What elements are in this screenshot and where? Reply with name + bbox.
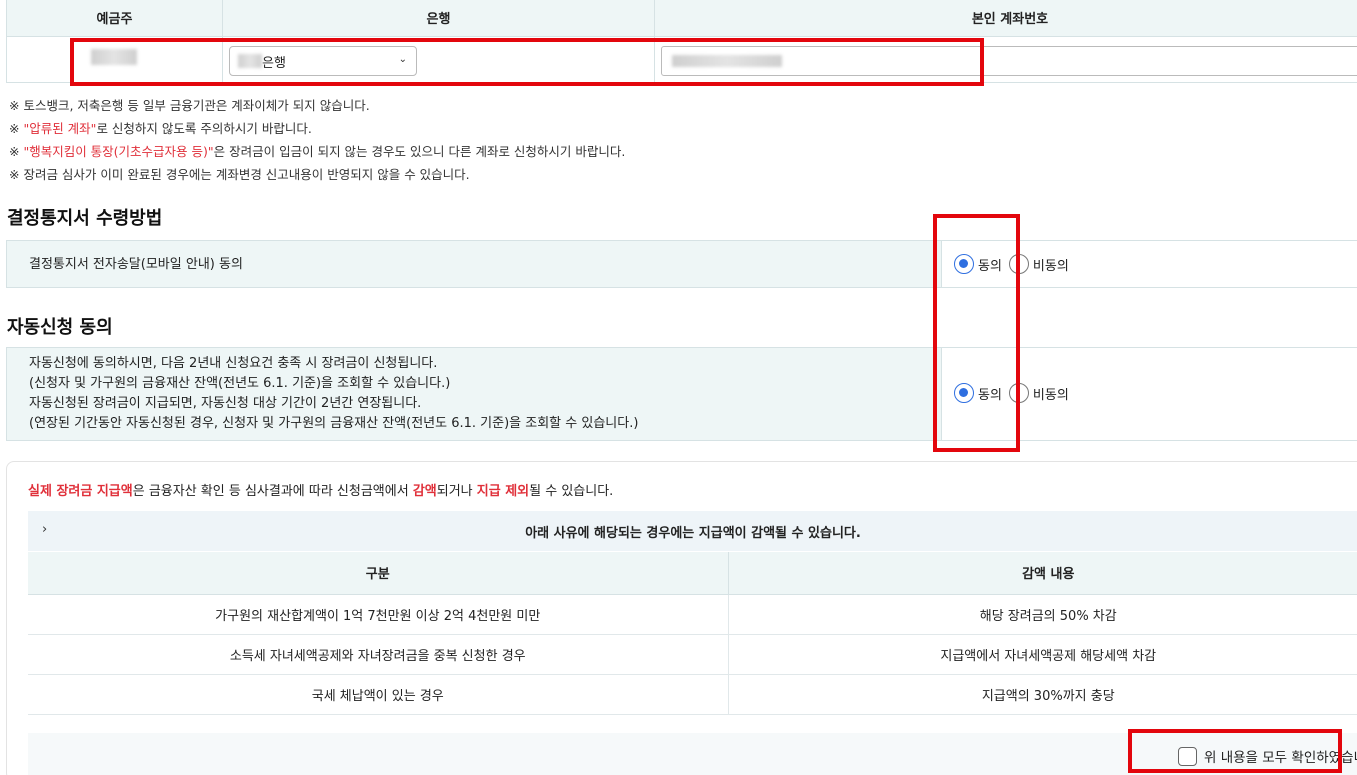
decision-consent-text: 결정통지서 전자송달(모바일 안내) 동의 bbox=[29, 257, 243, 272]
auto-agree-label[interactable]: 동의 bbox=[978, 384, 1002, 403]
note-1: ※ 토스뱅크, 저축은행 등 일부 금융기관은 계좌이체가 되지 않습니다. bbox=[9, 98, 370, 113]
note-2: ※ "압류된 계좌"로 신청하지 않도록 주의하시기 바랍니다. bbox=[9, 117, 625, 140]
depositor-name-masked bbox=[91, 49, 137, 65]
confirm-all-checkbox-row[interactable]: 위 내용을 모두 확인하였습니다 bbox=[1178, 746, 1357, 766]
decision-disagree-label[interactable]: 비동의 bbox=[1033, 255, 1069, 274]
reduction-notice-panel: 실제 장려금 지급액은 금융자산 확인 등 심사결과에 따라 신청금액에서 감액… bbox=[6, 461, 1357, 775]
auto-line-2: (신청자 및 가구원의 금융재산 잔액(전년도 6.1. 기준)을 조회할 수 … bbox=[29, 376, 451, 391]
auto-line-1: 자동신청에 동의하시면, 다음 2년내 신청요건 충족 시 장려금이 신청됩니다… bbox=[29, 356, 438, 371]
note-2-text: 로 신청하지 않도록 주의하시기 바랍니다. bbox=[96, 121, 312, 136]
decision-disagree-radio[interactable] bbox=[1008, 254, 1029, 274]
header-account-number: 본인 계좌번호 bbox=[654, 0, 1357, 37]
lead-red-2: 감액 bbox=[412, 484, 437, 499]
note-3-prefix: ※ bbox=[9, 144, 24, 159]
reduction-accordion-header[interactable]: › 아래 사유에 해당되는 경우에는 지급액이 감액될 수 있습니다. bbox=[28, 511, 1357, 551]
decision-agree-label[interactable]: 동의 bbox=[978, 255, 1002, 274]
confirm-checkbox[interactable] bbox=[1178, 746, 1197, 766]
auto-radio-group: 동의 비동의 bbox=[954, 383, 1076, 403]
note-2-red: "압류된 계좌" bbox=[23, 121, 97, 136]
note-2-prefix: ※ bbox=[9, 121, 24, 136]
auto-consent-text: 자동신청에 동의하시면, 다음 2년내 신청요건 충족 시 장려금이 신청됩니다… bbox=[29, 354, 638, 434]
header-reduction: 감액 내용 bbox=[728, 552, 1357, 595]
chevron-down-icon: ⌄ bbox=[398, 54, 407, 65]
header-bank: 은행 bbox=[222, 0, 655, 37]
accordion-title: 아래 사유에 해당되는 경우에는 지급액이 감액될 수 있습니다. bbox=[525, 526, 861, 541]
note-3-red: "행복지킴이 통장(기초수급자용 등)" bbox=[23, 144, 214, 159]
note-3: ※ "행복지킴이 통장(기초수급자용 등)"은 장려금이 입금이 되지 않는 경… bbox=[9, 140, 625, 163]
lead-end: 될 수 있습니다. bbox=[529, 484, 614, 499]
note-3-text: 은 장려금이 입금이 되지 않는 경우도 있으니 다른 계좌로 신청하시기 바랍… bbox=[213, 144, 626, 159]
auto-disagree-label[interactable]: 비동의 bbox=[1033, 384, 1069, 403]
confirm-label[interactable]: 위 내용을 모두 확인하였습니다 bbox=[1204, 746, 1357, 766]
header-depositor: 예금주 bbox=[6, 0, 223, 37]
lead-mid-1: 은 금융자산 확인 등 심사결과에 따라 신청금액에서 bbox=[132, 484, 413, 499]
row-2-category: 소득세 자녀세액공제와 자녀장려금을 중복 신청한 경우 bbox=[28, 634, 729, 675]
row-3-category: 국세 체납액이 있는 경우 bbox=[28, 674, 729, 715]
table-row: 가구원의 재산합계액이 1억 7천만원 이상 2억 4천만원 미만 해당 장려금… bbox=[28, 594, 1357, 635]
auto-line-3: 자동신청된 장려금이 지급되면, 자동신청 대상 기간이 2년간 연장됩니다. bbox=[29, 396, 422, 411]
row-2-reduction: 지급액에서 자녀세액공제 해당세액 차감 bbox=[728, 634, 1357, 675]
bank-select[interactable]: 은행 ⌄ bbox=[229, 46, 417, 76]
row-3-reduction: 지급액의 30%까지 충당 bbox=[728, 674, 1357, 715]
account-number-masked bbox=[672, 55, 782, 67]
row-1-category: 가구원의 재산합계액이 1억 7천만원 이상 2억 4천만원 미만 bbox=[28, 594, 729, 635]
auto-disagree-radio[interactable] bbox=[1008, 383, 1029, 403]
auto-agree-radio[interactable] bbox=[954, 383, 974, 403]
account-number-input[interactable] bbox=[661, 46, 1357, 76]
table-row: 국세 체납액이 있는 경우 지급액의 30%까지 충당 bbox=[28, 674, 1357, 715]
reduction-table: 구분 감액 내용 가구원의 재산합계액이 1억 7천만원 이상 2억 4천만원 … bbox=[28, 552, 1357, 715]
table-row: 소득세 자녀세액공제와 자녀장려금을 중복 신청한 경우 지급액에서 자녀세액공… bbox=[28, 634, 1357, 675]
lead-red-3: 지급 제외 bbox=[476, 484, 530, 499]
lead-red-1: 실제 장려금 지급액 bbox=[28, 484, 133, 499]
note-4: ※ 장려금 심사가 이미 완료된 경우에는 계좌변경 신고내용이 반영되지 않을… bbox=[9, 167, 470, 182]
auto-title: 자동신청 동의 bbox=[7, 317, 113, 338]
confirm-bar bbox=[28, 733, 1357, 775]
bank-select-value: 은행 bbox=[262, 55, 286, 71]
bank-name-masked bbox=[238, 54, 262, 68]
auto-line-4: (연장된 기간동안 자동신청된 경우, 신청자 및 가구원의 금융재산 잔액(전… bbox=[29, 416, 639, 431]
depositor-cell bbox=[6, 35, 223, 83]
header-category: 구분 bbox=[28, 552, 729, 595]
decision-radio-group: 동의 비동의 bbox=[954, 254, 1076, 274]
row-1-reduction: 해당 장려금의 50% 차감 bbox=[728, 594, 1357, 635]
reduction-lead-text: 실제 장려금 지급액은 금융자산 확인 등 심사결과에 따라 신청금액에서 감액… bbox=[28, 480, 613, 499]
account-notes: ※ 토스뱅크, 저축은행 등 일부 금융기관은 계좌이체가 되지 않습니다. ※… bbox=[9, 94, 625, 186]
decision-agree-radio[interactable] bbox=[954, 254, 974, 274]
auto-consent-row: 자동신청에 동의하시면, 다음 2년내 신청요건 충족 시 장려금이 신청됩니다… bbox=[6, 347, 1357, 441]
lead-mid-2: 되거나 bbox=[436, 484, 477, 499]
decision-consent-row: 결정통지서 전자송달(모바일 안내) 동의 bbox=[6, 240, 1357, 288]
decision-title: 결정통지서 수령방법 bbox=[7, 208, 163, 229]
